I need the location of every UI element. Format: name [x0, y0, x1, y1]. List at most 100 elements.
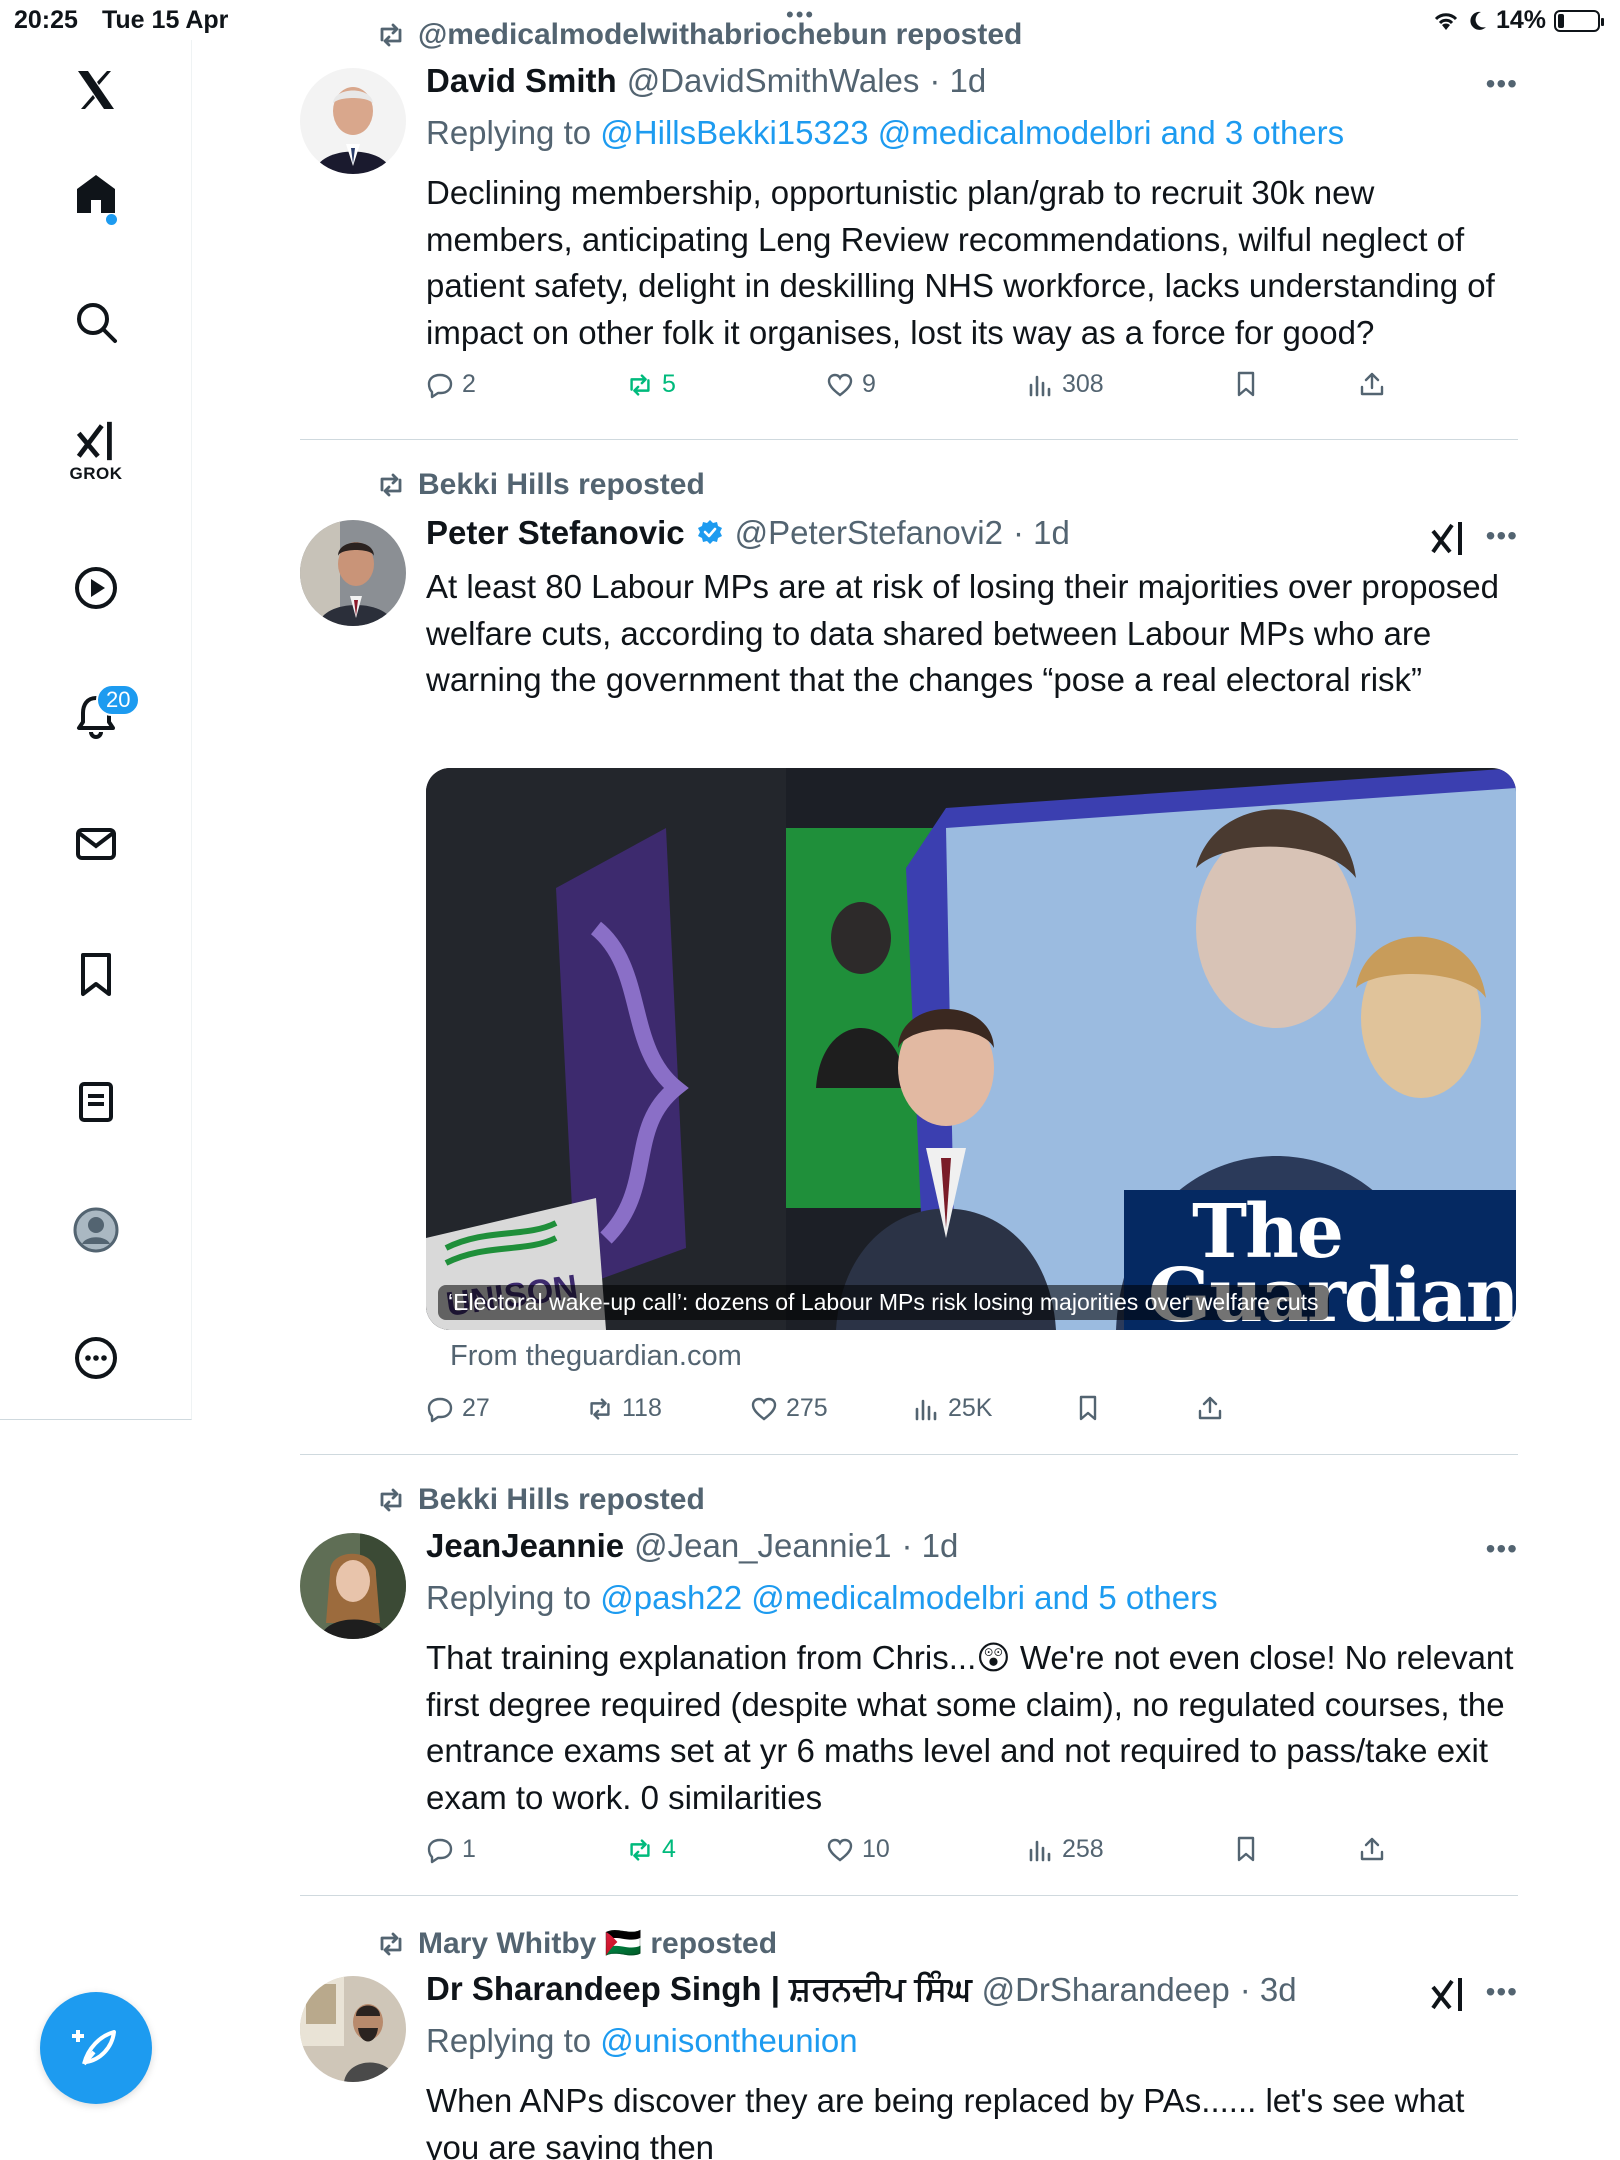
author-name[interactable]: Peter Stefanovic: [426, 514, 685, 552]
views-button[interactable]: 258: [1026, 1835, 1104, 1864]
divider: [300, 439, 1518, 440]
reply-icon: [427, 1838, 453, 1863]
reply-icon: [427, 1397, 453, 1422]
repost-icon: [630, 373, 650, 396]
clock: 20:25: [14, 6, 78, 34]
share-button[interactable]: [1358, 370, 1386, 398]
avatar[interactable]: [300, 1533, 406, 1639]
replying-prefix: Replying to: [426, 114, 592, 151]
compose-button[interactable]: [40, 1992, 152, 2104]
messages-icon[interactable]: [66, 814, 126, 874]
action-bar: 2 5 9 308: [426, 370, 1516, 410]
post-time[interactable]: · 1d: [929, 62, 986, 100]
reply-button[interactable]: 2: [426, 370, 476, 399]
replying-links[interactable]: @HillsBekki15323 @medicalmodelbri and 3 …: [600, 114, 1344, 151]
moon-icon: [1470, 11, 1486, 30]
avatar[interactable]: [300, 1976, 406, 2082]
action-bar: 27 118 275 25K: [426, 1394, 1516, 1434]
bookmark-icon: [1079, 1395, 1097, 1421]
replying-links[interactable]: @unisontheunion: [600, 2022, 857, 2059]
video-icon[interactable]: [66, 558, 126, 618]
post-time[interactable]: · 1d: [902, 1527, 959, 1565]
home-unread-dot: [106, 214, 117, 225]
post-time[interactable]: · 1d: [1013, 514, 1070, 552]
like-button[interactable]: 275: [750, 1394, 828, 1423]
repost-icon: [590, 1397, 610, 1420]
views-count: 258: [1062, 1835, 1104, 1863]
bookmark-button[interactable]: [1232, 1835, 1260, 1863]
author-handle[interactable]: @DrSharandeep: [982, 1971, 1230, 2009]
author-handle[interactable]: @PeterStefanovi2: [735, 514, 1003, 552]
views-icon: [915, 1399, 937, 1420]
repost-icon: [380, 23, 402, 47]
views-button[interactable]: 25K: [912, 1394, 992, 1423]
post-header: Dr Sharandeep Singh | ਸ਼ਰਨਦੀਪ ਸਿੰਘ @DrSh…: [426, 1970, 1297, 2009]
repost-button[interactable]: 5: [626, 370, 676, 399]
share-button[interactable]: [1358, 1835, 1386, 1863]
author-handle[interactable]: @DavidSmithWales: [627, 62, 920, 100]
repost-label[interactable]: @medicalmodelwithabriochebun reposted: [418, 18, 1022, 52]
more-icon[interactable]: [66, 1328, 126, 1388]
reply-button[interactable]: 1: [426, 1835, 476, 1864]
repost-context: Mary Whitby 🇵🇸 reposted: [376, 1926, 777, 1961]
reply-count: 27: [462, 1394, 490, 1422]
x-logo-icon[interactable]: [66, 60, 126, 120]
share-icon: [1198, 1396, 1222, 1420]
card-source[interactable]: From theguardian.com: [450, 1340, 742, 1373]
replying-to: Replying to @HillsBekki15323 @medicalmod…: [426, 114, 1344, 152]
post-text: When ANPs discover they are being replac…: [426, 2082, 1465, 2160]
post-header: Peter Stefanovic @PeterStefanovi2 · 1d: [426, 514, 1070, 552]
author-name[interactable]: David Smith: [426, 62, 617, 100]
post-header: David Smith @DavidSmithWales · 1d: [426, 62, 986, 100]
repost-icon: [380, 1932, 402, 1955]
views-button[interactable]: 308: [1026, 370, 1104, 399]
replying-to: Replying to @unisontheunion: [426, 2022, 858, 2060]
search-icon[interactable]: [66, 292, 126, 352]
lists-icon[interactable]: [66, 1072, 126, 1132]
avatar[interactable]: [300, 68, 406, 174]
verified-badge-icon: [697, 520, 722, 544]
replying-links[interactable]: @pash22 @medicalmodelbri and 5 others: [600, 1579, 1217, 1616]
share-button[interactable]: [1196, 1394, 1224, 1422]
share-icon: [1360, 372, 1384, 396]
like-button[interactable]: 10: [826, 1835, 890, 1864]
more-options-icon[interactable]: •••: [1486, 520, 1518, 552]
link-card-image[interactable]: UNISON The Guardian ‘Electoral wake-up c…: [426, 768, 1516, 1330]
avatar[interactable]: [300, 520, 406, 626]
repost-label[interactable]: Bekki Hills reposted: [418, 468, 705, 502]
reply-count: 1: [462, 1835, 476, 1863]
replying-prefix: Replying to: [426, 2022, 592, 2059]
author-name[interactable]: JeanJeannie: [426, 1527, 624, 1565]
profile-icon[interactable]: [66, 1200, 126, 1260]
grok-icon[interactable]: [1428, 1974, 1468, 2014]
grok-icon[interactable]: GROK: [66, 418, 126, 518]
like-count: 275: [786, 1394, 828, 1422]
post-header: JeanJeannie @Jean_Jeannie1 · 1d: [426, 1527, 958, 1565]
repost-icon: [380, 1488, 402, 1512]
post-time[interactable]: · 3d: [1240, 1971, 1297, 2009]
post-text: At least 80 Labour MPs are at risk of lo…: [426, 568, 1500, 698]
bookmark-icon: [1237, 371, 1255, 397]
grok-icon[interactable]: [1428, 518, 1468, 558]
views-icon: [1029, 375, 1051, 396]
like-button[interactable]: 9: [826, 370, 876, 399]
notifications-badge: 20: [96, 684, 141, 716]
repost-label[interactable]: Mary Whitby 🇵🇸 reposted: [418, 1926, 777, 1961]
repost-button[interactable]: 118: [586, 1394, 662, 1423]
author-name[interactable]: Dr Sharandeep Singh | ਸ਼ਰਨਦੀਪ ਸਿੰਘ: [426, 1970, 972, 2009]
repost-button[interactable]: 4: [626, 1835, 676, 1864]
heart-icon: [751, 1397, 777, 1421]
home-icon[interactable]: [66, 164, 126, 224]
more-options-icon[interactable]: •••: [1486, 1976, 1518, 2008]
bookmark-button[interactable]: [1074, 1394, 1102, 1422]
more-options-icon[interactable]: •••: [1486, 68, 1518, 100]
author-handle[interactable]: @Jean_Jeannie1: [634, 1527, 891, 1565]
more-options-icon[interactable]: •••: [1486, 1533, 1518, 1565]
repost-label[interactable]: Bekki Hills reposted: [418, 1483, 705, 1517]
bookmark-button[interactable]: [1232, 370, 1260, 398]
bookmark-icon: [1237, 1836, 1255, 1862]
bookmarks-icon[interactable]: [66, 944, 126, 1004]
heart-icon: [827, 1838, 853, 1862]
reply-button[interactable]: 27: [426, 1394, 490, 1423]
post-text: Declining membership, opportunistic plan…: [426, 174, 1495, 351]
